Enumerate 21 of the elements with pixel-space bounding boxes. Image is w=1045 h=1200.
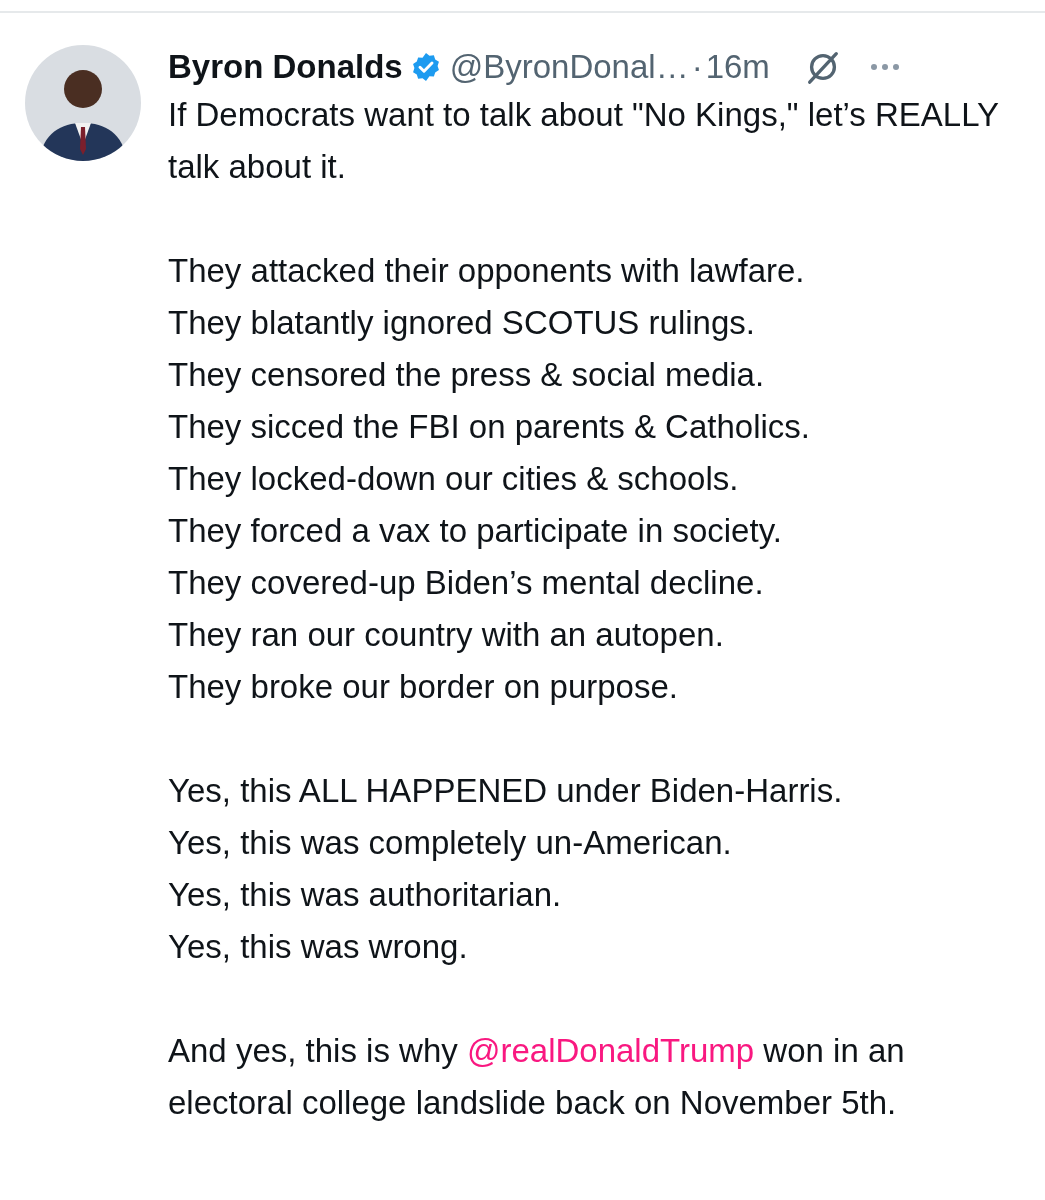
mention-link[interactable]: @realDonaldTrump bbox=[466, 1032, 755, 1069]
more-icon[interactable] bbox=[869, 62, 900, 72]
tweet-text: Yes, this was authoritarian. bbox=[168, 875, 563, 915]
tweet-text: They forced a vax to participate in society. bbox=[168, 511, 783, 551]
author-name[interactable]: Byron Donalds bbox=[168, 48, 403, 86]
tweet-text: They sicced the FBI on parents & Catholics. bbox=[168, 407, 811, 447]
tweet-text: They broke our border on purpose. bbox=[168, 667, 679, 707]
tweet-text: And yes, this is why @realDonaldTrump won in an electoral college landslide back on November 5th. bbox=[168, 1031, 906, 1123]
tweet-text: Yes, this was completely un-American. bbox=[168, 823, 733, 863]
separator: · bbox=[691, 48, 703, 86]
tweet-text: Yes, this ALL HAPPENED under Biden-Harris. bbox=[168, 771, 844, 811]
tweet-text: They blatantly ignored SCOTUS rulings. bbox=[168, 303, 756, 343]
tweet-text: They covered-up Biden’s mental decline. bbox=[168, 563, 765, 603]
tweet-text: If Democrats want to talk about "No Kings," let’s REALLY talk about it. bbox=[168, 95, 1000, 187]
tweet-text: They attacked their opponents with lawfare. bbox=[168, 251, 806, 291]
author-handle[interactable]: @ByronDonal… bbox=[449, 48, 689, 86]
timestamp[interactable]: 16m bbox=[705, 48, 770, 86]
tweet-text: They ran our country with an autopen. bbox=[168, 615, 725, 655]
tweet-text: They censored the press & social media. bbox=[168, 355, 766, 395]
tweet-text: They locked-down our cities & schools. bbox=[168, 459, 740, 499]
tweet-text: Yes, this was wrong. bbox=[168, 927, 469, 967]
